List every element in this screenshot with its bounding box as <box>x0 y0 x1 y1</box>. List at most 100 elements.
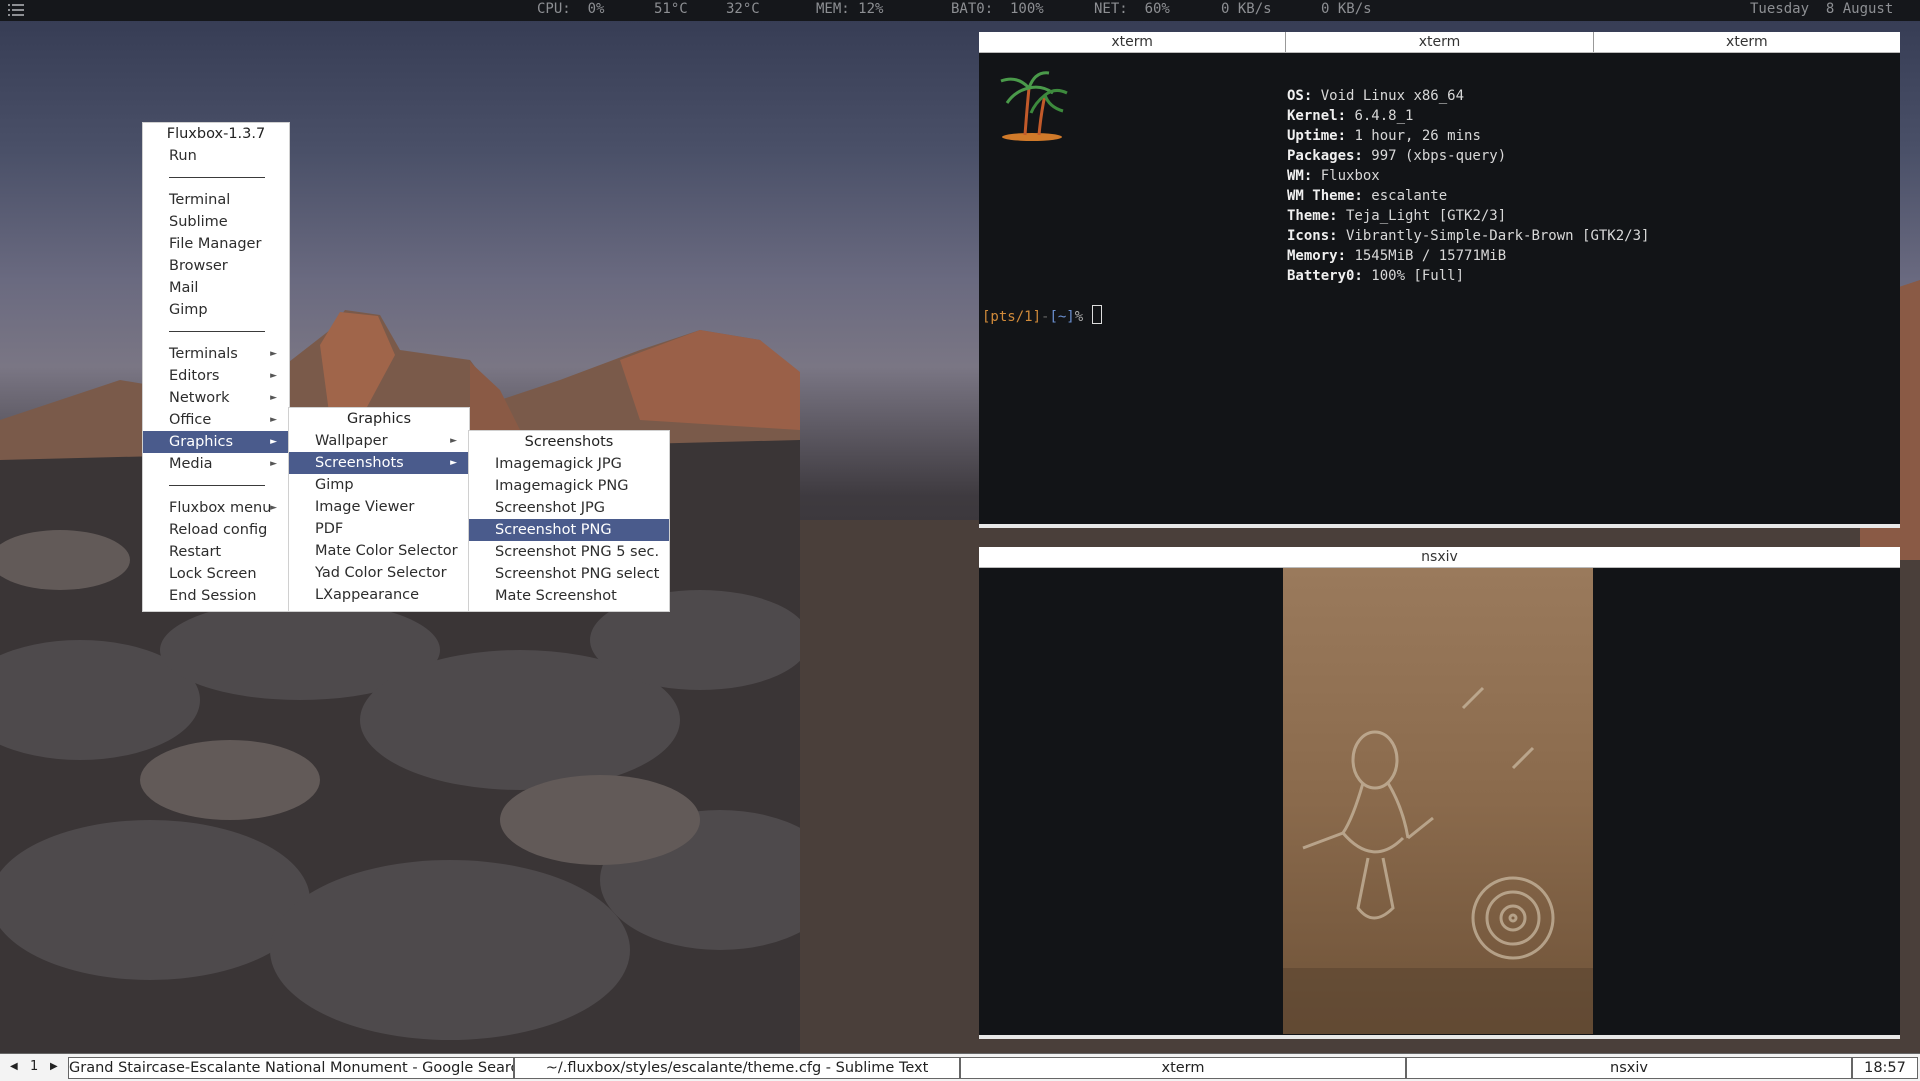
menu-item-gimp[interactable]: Gimp <box>289 474 469 496</box>
menu-item-label: Wallpaper <box>315 433 388 449</box>
menu-item-label: Media <box>169 456 213 472</box>
task-sublime[interactable]: ~/.fluxbox/styles/escalante/theme.cfg - … <box>514 1057 960 1079</box>
nsxiv-window[interactable]: nsxiv <box>979 547 1900 1039</box>
info-key: Battery0: <box>1287 268 1363 284</box>
submenu-arrow-icon: ► <box>270 459 277 469</box>
menu-item-end-session[interactable]: End Session <box>143 585 289 607</box>
menu-item-screenshots[interactable]: Screenshots ► <box>289 452 469 474</box>
menu-item-lxappearance[interactable]: LXappearance <box>289 584 469 606</box>
net-download: 0 KB/s <box>1221 1 1272 17</box>
menu-item-media[interactable]: Media ► <box>143 453 289 475</box>
prompt-dir: [~] <box>1049 309 1075 325</box>
workspace-number: 1 <box>30 1059 39 1074</box>
menu-item-imagemagick-jpg[interactable]: Imagemagick JPG <box>469 453 669 475</box>
menu-item-file-manager[interactable]: File Manager <box>143 233 289 255</box>
menu-item-wallpaper[interactable]: Wallpaper ► <box>289 430 469 452</box>
menu-item-fluxbox-menu[interactable]: Fluxbox menu ► <box>143 497 289 519</box>
prompt-pts: [pts/1] <box>982 309 1042 325</box>
info-line: Memory: 1545MiB / 15771MiB <box>1287 246 1649 266</box>
terminal-area[interactable]: OS: Void Linux x86_64 Kernel: 6.4.8_1 Up… <box>979 53 1900 524</box>
date-display: Tuesday 8 August <box>1750 1 1894 17</box>
task-nsxiv[interactable]: nsxiv <box>1406 1057 1852 1079</box>
clock: 18:57 <box>1852 1057 1918 1079</box>
info-line: Theme: Teja_Light [GTK2/3] <box>1287 206 1649 226</box>
info-line: Icons: Vibrantly-Simple-Dark-Brown [GTK2… <box>1287 226 1649 246</box>
menu-item-terminal[interactable]: Terminal <box>143 189 289 211</box>
menu-item-editors[interactable]: Editors ► <box>143 365 289 387</box>
next-workspace-icon[interactable]: ▶ <box>50 1057 58 1077</box>
menu-item-screenshot-png-5-sec[interactable]: Screenshot PNG 5 sec. <box>469 541 669 563</box>
tab-xterm-1[interactable]: xterm <box>979 32 1287 52</box>
info-value: Fluxbox <box>1312 168 1380 184</box>
info-line: Packages: 997 (xbps-query) <box>1287 146 1649 166</box>
tab-xterm-3[interactable]: xterm <box>1594 32 1900 52</box>
menu-item-screenshot-jpg[interactable]: Screenshot JPG <box>469 497 669 519</box>
info-value: 997 (xbps-query) <box>1362 148 1507 164</box>
menu-item-pdf[interactable]: PDF <box>289 518 469 540</box>
menu-item-graphics[interactable]: Graphics ► <box>143 431 289 453</box>
graphics-submenu: Graphics Wallpaper ► Screenshots ► Gimp Im… <box>288 407 470 612</box>
xterm-window[interactable]: xterm xterm xterm OS: Void Linux x86_64 … <box>979 32 1900 528</box>
submenu-arrow-icon: ► <box>270 415 277 425</box>
info-value: Vibrantly-Simple-Dark-Brown [GTK2/3] <box>1337 228 1650 244</box>
info-value: escalante <box>1362 188 1448 204</box>
info-key: OS: <box>1287 88 1313 104</box>
info-key: Kernel: <box>1287 108 1347 124</box>
menu-item-label: Graphics <box>169 434 234 450</box>
menu-list-icon[interactable] <box>8 3 24 17</box>
shell-prompt[interactable]: [pts/1]-[~]% <box>982 305 1102 325</box>
palm-tree-logo-icon <box>1000 71 1068 141</box>
menu-item-label: Editors <box>169 368 220 384</box>
petroglyph-image <box>1283 568 1593 1034</box>
tab-nsxiv[interactable]: nsxiv <box>979 547 1900 567</box>
screenshots-submenu: Screenshots Imagemagick JPG Imagemagick … <box>468 430 670 612</box>
menu-item-label: Fluxbox menu <box>169 500 272 516</box>
taskbar: ◀ 1 ▶ Grand Staircase-Escalante National… <box>0 1053 1920 1081</box>
menu-title: Fluxbox-1.3.7 <box>166 126 266 142</box>
menu-item-lock-screen[interactable]: Lock Screen <box>143 563 289 585</box>
board-temp: 32°C <box>726 1 760 17</box>
menu-item-terminals[interactable]: Terminals ► <box>143 343 289 365</box>
menu-separator <box>143 321 289 343</box>
menu-item-restart[interactable]: Restart <box>143 541 289 563</box>
submenu-arrow-icon: ► <box>270 503 277 513</box>
memory-usage: MEM: 12% <box>816 1 884 17</box>
menu-item-yad-color-selector[interactable]: Yad Color Selector <box>289 562 469 584</box>
menu-item-label: Office <box>169 412 212 428</box>
menu-item-run[interactable]: Run <box>143 145 289 167</box>
prev-workspace-icon[interactable]: ◀ <box>10 1057 18 1077</box>
submenu-arrow-icon: ► <box>270 349 277 359</box>
menu-item-imagemagick-png[interactable]: Imagemagick PNG <box>469 475 669 497</box>
tab-xterm-2[interactable]: xterm <box>1286 32 1594 52</box>
info-key: Theme: <box>1287 208 1338 224</box>
info-key: Packages: <box>1287 148 1363 164</box>
menu-item-office[interactable]: Office ► <box>143 409 289 431</box>
menu-item-gimp[interactable]: Gimp <box>143 299 289 321</box>
info-line: Kernel: 6.4.8_1 <box>1287 106 1649 126</box>
menu-item-reload-config[interactable]: Reload config <box>143 519 289 541</box>
menu-item-screenshot-png[interactable]: Screenshot PNG <box>469 519 669 541</box>
menu-item-label: Terminals <box>169 346 238 362</box>
info-line: OS: Void Linux x86_64 <box>1287 86 1649 106</box>
task-xterm[interactable]: xterm <box>960 1057 1406 1079</box>
top-status-bar: CPU: 0% 51°C 32°C MEM: 12% BAT0: 100% NE… <box>0 0 1920 21</box>
menu-item-network[interactable]: Network ► <box>143 387 289 409</box>
menu-separator <box>143 475 289 497</box>
menu-item-screenshot-png-select[interactable]: Screenshot PNG select <box>469 563 669 585</box>
menu-item-browser[interactable]: Browser <box>143 255 289 277</box>
xterm-tab-bar: xterm xterm xterm <box>979 32 1900 53</box>
info-line: Uptime: 1 hour, 26 mins <box>1287 126 1649 146</box>
menu-item-image-viewer[interactable]: Image Viewer <box>289 496 469 518</box>
submenu-arrow-icon: ► <box>450 436 457 446</box>
info-value: 1 hour, 26 mins <box>1346 128 1481 144</box>
menu-item-mail[interactable]: Mail <box>143 277 289 299</box>
submenu-arrow-icon: ► <box>270 371 277 381</box>
window-bottom-handle[interactable] <box>979 524 1900 528</box>
menu-item-mate-screenshot[interactable]: Mate Screenshot <box>469 585 669 607</box>
menu-item-mate-color-selector[interactable]: Mate Color Selector <box>289 540 469 562</box>
task-browser[interactable]: Grand Staircase-Escalante National Monum… <box>68 1057 514 1079</box>
window-bottom-handle[interactable] <box>979 1035 1900 1039</box>
info-key: WM Theme: <box>1287 188 1363 204</box>
menu-item-sublime[interactable]: Sublime <box>143 211 289 233</box>
info-key: WM: <box>1287 168 1313 184</box>
